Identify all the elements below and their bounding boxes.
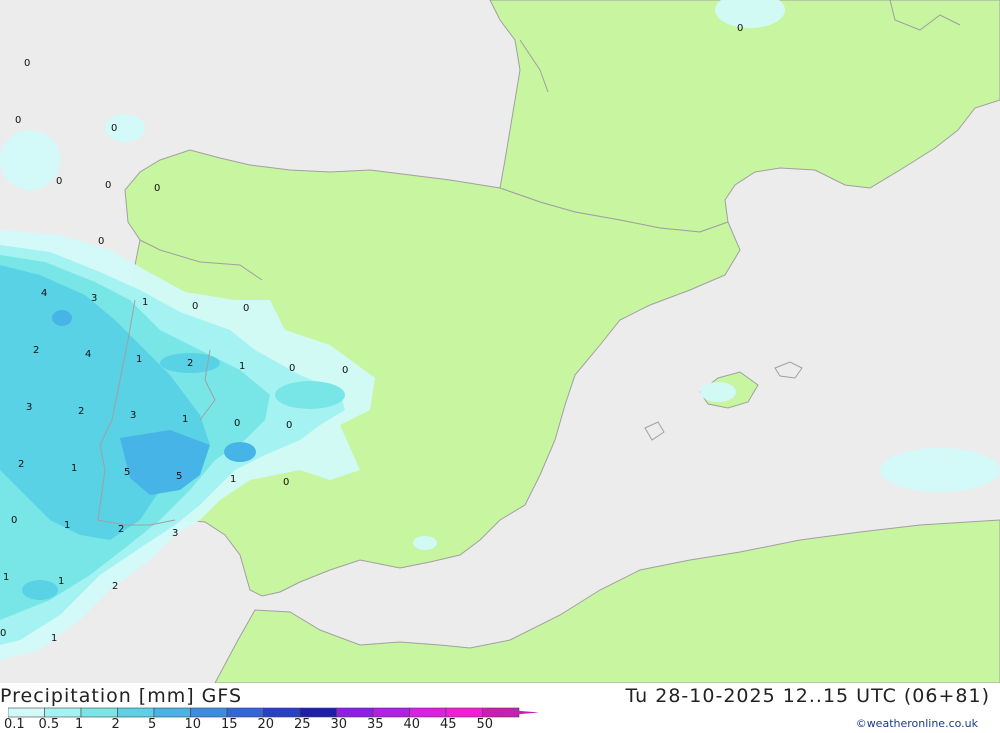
value-label: 3 xyxy=(26,402,32,413)
value-label: 3 xyxy=(130,410,136,421)
value-label: 0 xyxy=(24,58,30,69)
scale-label: 25 xyxy=(294,717,311,732)
scale-swatch xyxy=(44,707,82,718)
value-label: 1 xyxy=(71,463,77,474)
value-label: 0 xyxy=(154,183,160,194)
scale-swatch xyxy=(336,707,374,718)
value-label: 0 xyxy=(286,420,292,431)
scale-swatch xyxy=(299,707,337,718)
value-label: 3 xyxy=(91,293,97,304)
value-label: 0 xyxy=(192,301,198,312)
scale-label: 40 xyxy=(403,717,421,732)
scale-swatch xyxy=(226,707,264,718)
value-label: 0 xyxy=(243,303,249,314)
value-label: 1 xyxy=(51,633,57,644)
scale-label: 5 xyxy=(148,717,157,732)
value-label: 1 xyxy=(239,361,245,372)
value-label: 0 xyxy=(234,418,240,429)
scale-swatch xyxy=(372,707,410,718)
scale-label: 45 xyxy=(440,717,457,732)
value-label: 2 xyxy=(187,358,193,369)
scale-swatch xyxy=(153,707,191,718)
map-title: Precipitation [mm] GFS xyxy=(0,685,243,707)
value-label: 2 xyxy=(33,345,39,356)
value-label: 0 xyxy=(111,123,117,134)
value-label: 0 xyxy=(283,477,289,488)
scale-label: 30 xyxy=(330,717,348,732)
credit-link[interactable]: ©weatheronline.co.uk xyxy=(856,717,978,730)
value-label: 5 xyxy=(176,471,182,482)
value-label: 0 xyxy=(342,365,348,376)
scale-label: 20 xyxy=(257,717,275,732)
value-label: 2 xyxy=(18,459,24,470)
value-label: 0 xyxy=(0,628,6,639)
scale-label: 1 xyxy=(75,717,84,732)
scale-swatch xyxy=(8,707,45,718)
value-label: 5 xyxy=(124,467,130,478)
value-label: 1 xyxy=(230,474,236,485)
scale-label: 0.5 xyxy=(38,717,60,732)
value-label: 0 xyxy=(98,236,104,247)
value-label: 2 xyxy=(118,524,124,535)
value-label: 1 xyxy=(58,576,64,587)
value-label: 0 xyxy=(11,515,17,526)
precipitation-map: 0 0 0 0 0 0 0 0 0 4 3 1 0 0 2 4 1 2 1 0 … xyxy=(0,0,1000,684)
value-label: 4 xyxy=(85,349,91,360)
value-label: 0 xyxy=(15,115,21,126)
value-label: 2 xyxy=(78,406,84,417)
value-label: 2 xyxy=(112,581,118,592)
scale-swatch xyxy=(263,707,301,718)
value-label: 1 xyxy=(142,297,148,308)
footer: Precipitation [mm] GFS Tu 28-10-2025 12.… xyxy=(0,683,1000,733)
scale-label: 15 xyxy=(221,717,238,732)
scale-label: 2 xyxy=(111,717,120,732)
scale-swatch xyxy=(80,707,118,718)
scale-label: 35 xyxy=(367,717,384,732)
scale-swatch xyxy=(117,707,155,718)
value-label: 0 xyxy=(56,176,62,187)
value-label: 1 xyxy=(3,572,9,583)
value-label: 0 xyxy=(289,363,295,374)
map-timestamp: Tu 28-10-2025 12..15 UTC (06+81) xyxy=(625,685,990,707)
scale-label: 0.1 xyxy=(4,717,25,732)
value-label: 1 xyxy=(136,354,142,365)
value-label: 1 xyxy=(64,520,70,531)
scale-label: 50 xyxy=(476,717,494,732)
value-label: 4 xyxy=(41,288,47,299)
value-label: 0 xyxy=(105,180,111,191)
scale-swatch xyxy=(190,707,228,718)
value-label: 1 xyxy=(182,414,188,425)
value-label: 3 xyxy=(172,528,178,539)
scale-swatch xyxy=(409,707,447,718)
scale-swatch xyxy=(445,707,483,718)
value-label: 0 xyxy=(737,23,743,34)
scale-label: 10 xyxy=(184,717,202,732)
